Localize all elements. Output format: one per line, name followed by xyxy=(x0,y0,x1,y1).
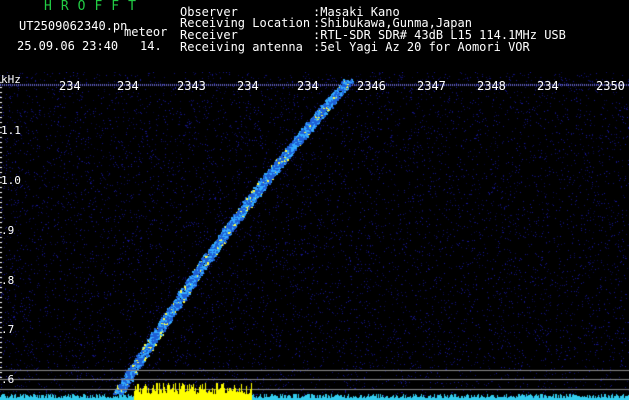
antenna-label: Receiving antenna xyxy=(180,40,303,54)
x-tick: 234 xyxy=(237,79,259,93)
y-tick: .7 xyxy=(1,323,15,336)
x-tick: 2346 xyxy=(357,79,386,93)
y-tick: 1.1 xyxy=(1,124,21,137)
antenna-value: :5el Yagi Az 20 for Aomori VOR xyxy=(313,40,530,54)
y-tick: .8 xyxy=(1,274,15,287)
y-tick: 1.0 xyxy=(1,174,21,187)
x-tick: 234 xyxy=(117,79,139,93)
meteor-count: 14. xyxy=(140,39,162,53)
x-tick: 2348 xyxy=(477,79,506,93)
spectrogram-canvas xyxy=(0,72,629,400)
file-name: UT2509062340.pn xyxy=(19,19,128,33)
x-tick: 234 xyxy=(59,79,81,93)
date-time: 25.09.06 23:40 xyxy=(17,39,119,53)
meteor-label: meteor xyxy=(124,25,168,39)
app-brand: HROFFT xyxy=(44,0,145,14)
y-tick: .9 xyxy=(1,224,15,237)
x-tick: 2347 xyxy=(417,79,446,93)
y-tick: .6 xyxy=(1,373,15,386)
y-unit-label: kHz xyxy=(1,73,21,86)
x-tick: 234 xyxy=(537,79,559,93)
x-tick: 234 xyxy=(297,79,319,93)
x-tick: 2350 xyxy=(596,79,625,93)
x-tick: 2343 xyxy=(177,79,206,93)
